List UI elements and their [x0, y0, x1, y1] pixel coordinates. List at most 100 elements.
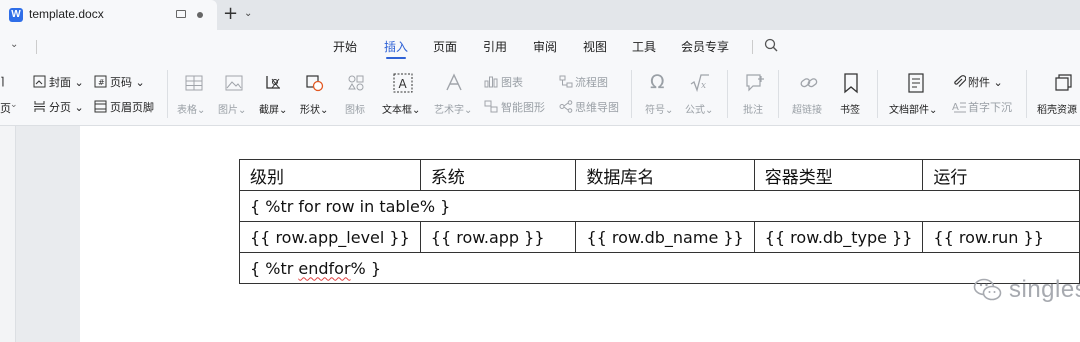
shape-icon [306, 75, 324, 92]
svg-text:#: # [98, 78, 105, 87]
screenshot-icon [266, 76, 280, 89]
hyperlink-button[interactable]: 超链接 [792, 101, 822, 116]
table-cell[interactable]: {{ row.run }} [922, 221, 1080, 253]
table-cell[interactable]: {{ row.db_name }} [575, 221, 755, 253]
menu-home[interactable]: 开始 [333, 38, 357, 55]
shape-button[interactable]: 形状⌄ [300, 101, 328, 116]
drop-cap-button[interactable]: 首字下沉 [968, 99, 1012, 115]
insert-ribbon: ⌉ 页 ⌄ 封面 ⌄ 分页 ⌄ # 页码 ⌄ 页眉页脚 表格⌄ 图片⌄ 截屏⌄ … [0, 62, 1080, 126]
document-title: template.docx [29, 7, 104, 21]
page-break-icon [34, 101, 45, 112]
ribbon-divider [778, 70, 779, 118]
spellcheck-word: endfor [298, 258, 351, 278]
title-bar: W template.docx + ⌄ [0, 0, 1080, 30]
smartart-icon [484, 100, 498, 113]
ribbon-divider [1026, 70, 1027, 118]
symbol-button[interactable]: 符号⌄ [645, 101, 673, 116]
docer-resources-icon [1055, 74, 1072, 91]
watermark: singless [973, 276, 1080, 304]
table-header-row: 级别 系统 数据库名 容器类型 运行 [239, 159, 1080, 191]
wordart-button[interactable]: 艺术字⌄ [434, 101, 472, 116]
menu-references[interactable]: 引用 [483, 38, 507, 55]
ribbon-divider [631, 70, 632, 118]
document-canvas: 级别 系统 数据库名 容器类型 运行 { %tr for row in tabl… [0, 126, 1080, 342]
attachment-button[interactable]: 附件 ⌄ [968, 74, 1003, 90]
window-screen-icon[interactable] [176, 10, 186, 18]
document-tab[interactable]: W template.docx [0, 0, 217, 30]
header-footer-icon [94, 100, 107, 113]
table-cell[interactable]: {{ row.app_level }} [239, 221, 421, 253]
menu-insert[interactable]: 插入 [384, 38, 408, 55]
wps-writer-icon: W [9, 8, 23, 22]
search-icon[interactable] [764, 38, 778, 52]
icon-button[interactable]: 图标 [345, 101, 365, 116]
document-parts-icon [908, 73, 924, 93]
tab-dropdown-chevron-icon[interactable]: ⌄ [244, 8, 252, 19]
header-footer-button[interactable]: 页眉页脚 [110, 99, 154, 115]
cover-icon [33, 75, 46, 88]
wordart-icon [446, 73, 462, 91]
flowchart-icon [559, 75, 573, 88]
vertical-ruler [0, 126, 16, 342]
menu-review[interactable]: 审阅 [533, 38, 557, 55]
table-button[interactable]: 表格⌄ [177, 101, 205, 116]
omega-symbol-icon: Ω [650, 71, 665, 93]
textbox-button[interactable]: 文本框⌄ [382, 101, 420, 116]
table-header-cell[interactable]: 容器类型 [753, 159, 924, 191]
page-break-button[interactable]: 分页 ⌄ [49, 99, 84, 115]
template-table[interactable]: 级别 系统 数据库名 容器类型 运行 { %tr for row in tabl… [239, 159, 1080, 284]
hyperlink-icon [800, 78, 818, 88]
loop-end-prefix: { %tr [250, 258, 299, 278]
unsaved-dot-icon[interactable] [197, 12, 203, 18]
chart-button[interactable]: 图表 [501, 74, 523, 90]
new-tab-plus-icon[interactable]: + [223, 3, 238, 24]
watermark-text: singless [1009, 276, 1080, 303]
table-header-cell[interactable]: 数据库名 [575, 159, 755, 191]
table-icon [185, 75, 203, 91]
textbox-icon: A [393, 73, 413, 93]
table-header-cell[interactable]: 系统 [419, 159, 577, 191]
loop-end-cell[interactable]: { %tr endfor% } [239, 252, 1080, 284]
smartart-button[interactable]: 智能图形 [501, 99, 545, 115]
loop-start-cell[interactable]: { %tr for row in table% } [239, 190, 1080, 222]
screenshot-button[interactable]: 截屏⌄ [259, 101, 287, 116]
cover-button[interactable]: 封面 ⌄ [49, 74, 84, 90]
comment-button[interactable]: 批注 [743, 101, 763, 116]
svg-text:A: A [399, 77, 408, 91]
svg-text:A: A [952, 102, 959, 113]
menu-member[interactable]: 会员专享 [681, 38, 729, 55]
wechat-icon [973, 278, 1002, 301]
page-number-button[interactable]: 页码 ⌄ [110, 74, 145, 90]
docer-resources-button[interactable]: 稻壳资源 [1037, 101, 1077, 116]
comment-icon [746, 74, 764, 92]
menu-tools[interactable]: 工具 [632, 38, 656, 55]
picture-button[interactable]: 图片⌄ [218, 101, 246, 116]
active-menu-underline [386, 57, 406, 59]
document-parts-button[interactable]: 文档部件⌄ [889, 101, 937, 116]
ribbon-divider [877, 70, 878, 118]
menu-bar: ⌄ 开始 插入 页面 引用 审阅 视图 工具 会员专享 [0, 30, 1080, 62]
document-page[interactable]: 级别 系统 数据库名 容器类型 运行 { %tr for row in tabl… [80, 126, 1080, 342]
ribbon-divider [727, 70, 728, 118]
bookmark-icon [844, 73, 858, 94]
bookmark-button[interactable]: 书签 [840, 101, 860, 116]
table-row: { %tr for row in table% } [239, 190, 1080, 222]
page-number-icon: # [94, 75, 107, 88]
menu-view[interactable]: 视图 [583, 38, 607, 55]
clipped-icon[interactable]: ⌉ [0, 75, 4, 88]
menu-page[interactable]: 页面 [433, 38, 457, 55]
table-header-cell[interactable]: 运行 [922, 159, 1080, 191]
mindmap-button[interactable]: 思维导图 [575, 99, 619, 115]
table-cell[interactable]: {{ row.app }} [419, 221, 577, 253]
table-header-cell[interactable]: 级别 [239, 159, 421, 191]
ribbon-divider [167, 70, 168, 118]
formula-button[interactable]: 公式⌄ [685, 101, 713, 116]
menu-divider [752, 40, 753, 54]
flowchart-button[interactable]: 流程图 [575, 74, 608, 90]
loop-end-suffix: % } [350, 258, 382, 278]
table-row: {{ row.app_level }} {{ row.app }} {{ row… [239, 221, 1080, 253]
collapse-chevron-icon[interactable]: ⌄ [10, 39, 18, 50]
table-cell[interactable]: {{ row.db_type }} [753, 221, 924, 253]
chart-icon [484, 76, 498, 88]
svg-text:x: x [701, 81, 706, 91]
